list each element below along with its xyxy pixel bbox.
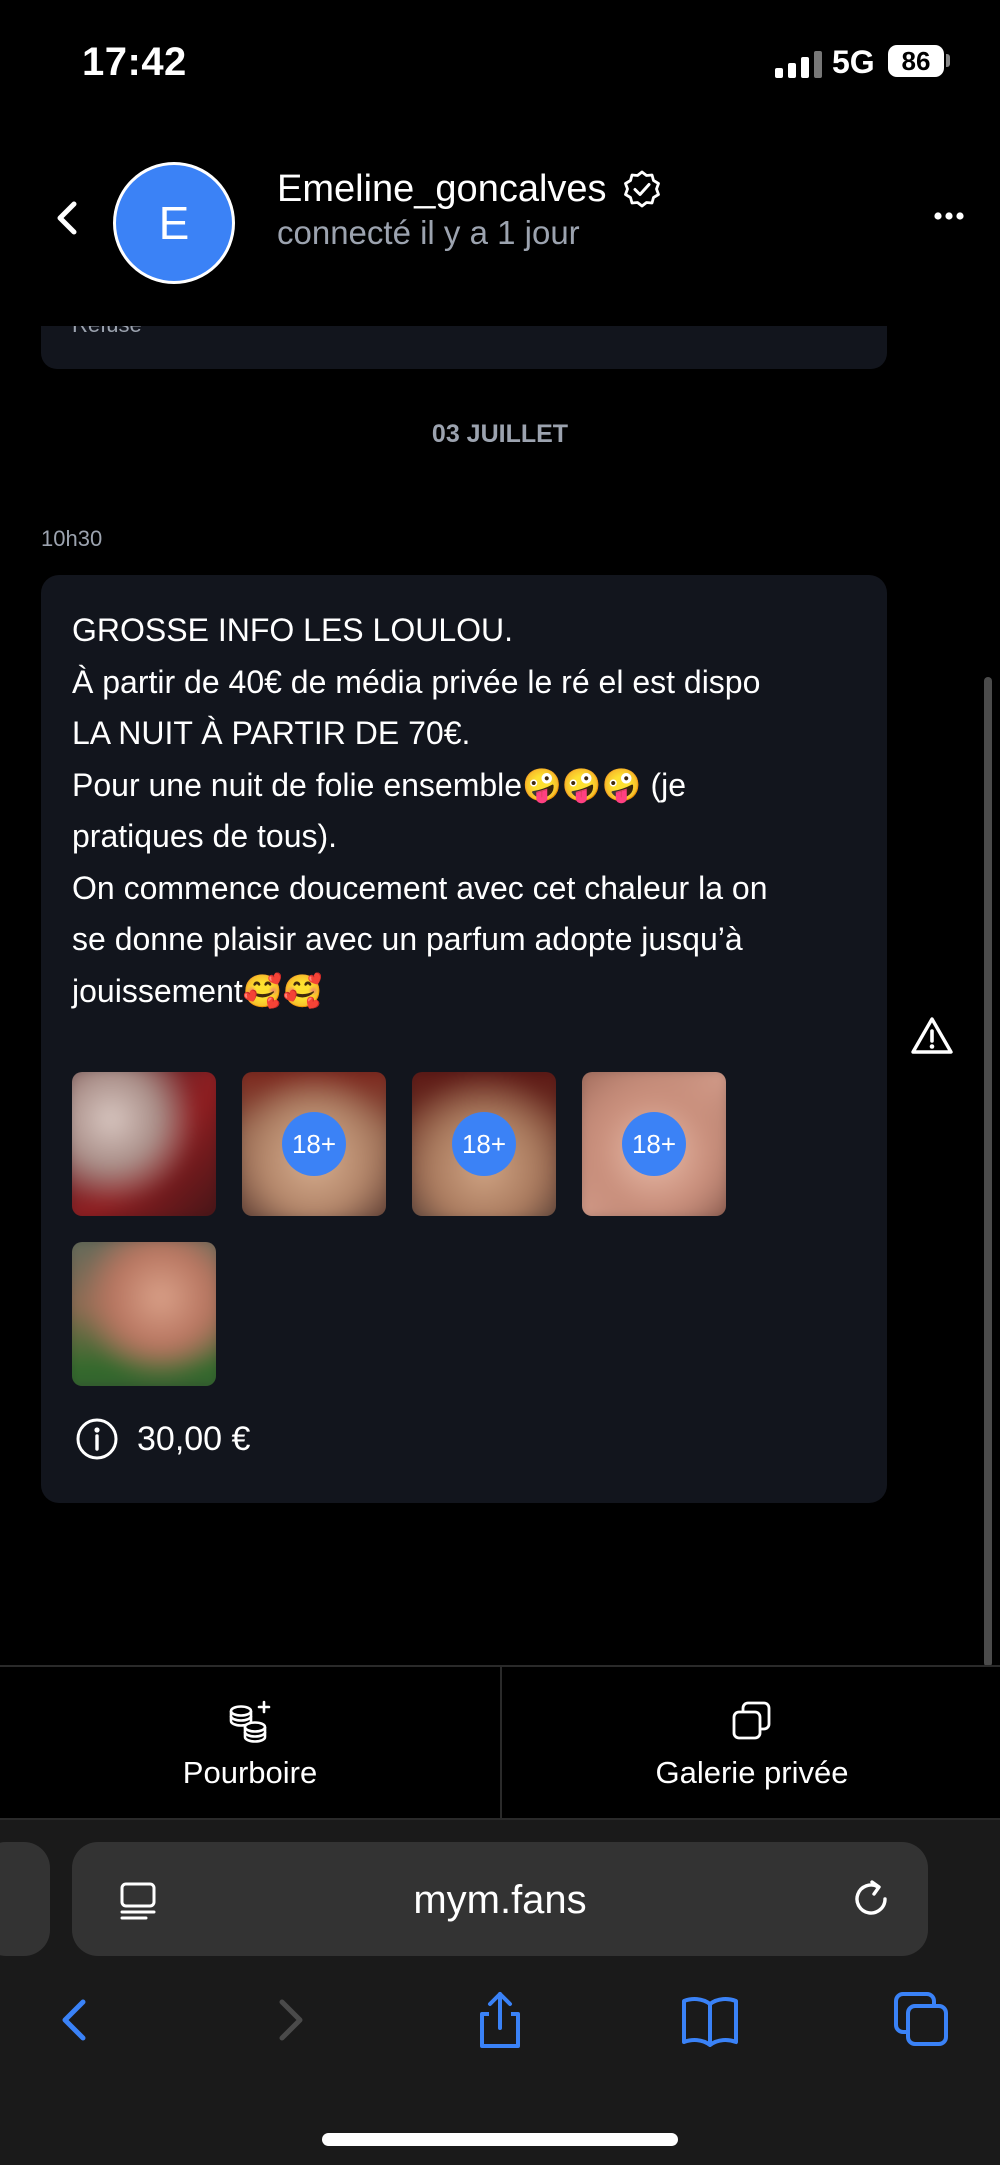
media-thumbnail[interactable]: 18+ (412, 1072, 556, 1216)
adult-content-badge: 18+ (452, 1112, 516, 1176)
last-seen-status: connecté il y a 1 jour (277, 214, 580, 251)
tip-button[interactable]: Pourboire (0, 1667, 500, 1822)
tabs-icon[interactable] (892, 1990, 952, 2050)
url-text[interactable]: mym.fans (72, 1878, 928, 1923)
battery-tip (946, 54, 950, 67)
action-bar: Pourboire Galerie privée (0, 1665, 1000, 1822)
browser-back-icon[interactable] (45, 1990, 105, 2050)
adult-content-badge: 18+ (282, 1112, 346, 1176)
private-gallery-button[interactable]: Galerie privée (502, 1667, 1000, 1822)
verified-badge-icon (623, 170, 660, 207)
bookmarks-icon[interactable] (680, 1990, 740, 2050)
message-text: GROSSE INFO LES LOULOU. À partir de 40€ … (72, 612, 768, 1009)
network-type: 5G (832, 44, 875, 80)
message-card: GROSSE INFO LES LOULOU. À partir de 40€ … (41, 575, 887, 1503)
back-button[interactable] (52, 198, 82, 238)
contact-username[interactable]: Emeline_goncalves (277, 168, 607, 211)
chat-header: E Emeline_goncalves connecté il y a 1 jo… (0, 140, 1000, 310)
avatar[interactable]: E (113, 162, 235, 284)
signal-icon (775, 50, 822, 78)
media-thumbnail[interactable]: 18+ (242, 1072, 386, 1216)
share-icon[interactable] (470, 1990, 530, 2050)
contact-name-row[interactable]: Emeline_goncalves (277, 168, 663, 211)
more-options-icon[interactable] (934, 210, 964, 222)
media-thumbnail[interactable]: 18+ (582, 1072, 726, 1216)
status-time: 17:42 (82, 40, 187, 84)
adult-content-badge: 18+ (622, 1112, 686, 1176)
message-price: 30,00 € (137, 1419, 251, 1458)
battery-icon: 86 (888, 45, 944, 77)
media-thumbnail[interactable] (72, 1242, 216, 1386)
browser-forward-icon[interactable] (260, 1990, 320, 2050)
report-warning-icon[interactable] (910, 1016, 954, 1056)
private-gallery-label: Galerie privée (655, 1755, 849, 1790)
status-bar: 17:42 5G 86 (0, 0, 1000, 120)
previous-tab-preview[interactable] (0, 1842, 50, 1956)
coins-plus-icon (229, 1700, 271, 1743)
previous-message-status: Refusé (72, 326, 142, 338)
reload-icon[interactable] (848, 1876, 894, 1922)
media-thumbnail[interactable] (72, 1072, 216, 1216)
info-icon[interactable] (75, 1417, 119, 1461)
gallery-copy-icon (732, 1701, 771, 1740)
browser-toolbar: mym.fans (0, 1820, 1000, 2165)
date-separator: 03 JUILLET (431, 420, 569, 448)
address-bar[interactable]: mym.fans (72, 1842, 928, 1956)
scrollbar[interactable] (984, 677, 992, 1667)
tip-label: Pourboire (182, 1755, 318, 1790)
previous-message-card: Refusé (41, 326, 887, 369)
message-time: 10h30 (41, 526, 103, 551)
price-row: 30,00 € (75, 1417, 250, 1461)
home-indicator[interactable] (322, 2133, 678, 2146)
